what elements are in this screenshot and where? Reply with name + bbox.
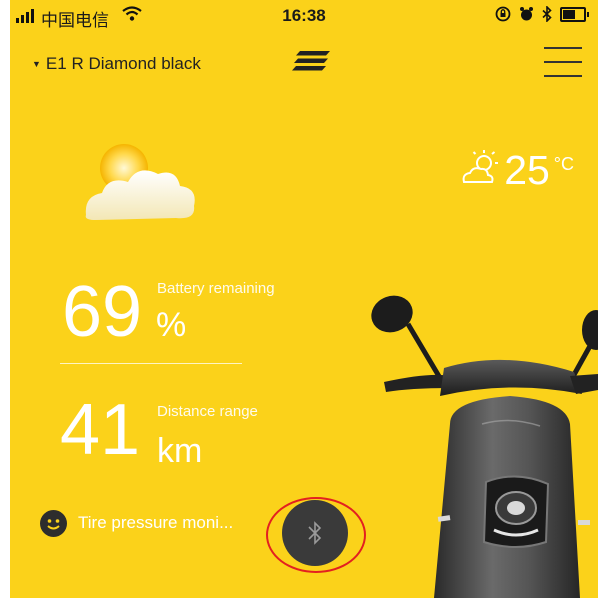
battery-unit: %	[156, 306, 187, 344]
partly-sunny-icon	[462, 150, 499, 183]
status-icons	[495, 6, 589, 22]
highlight-annotation-circle	[266, 497, 366, 573]
tire-pressure-monitor-link[interactable]: Tire pressure moni...	[78, 513, 233, 533]
temperature-display: 25 °C	[460, 148, 574, 192]
hamburger-menu-icon[interactable]	[544, 45, 584, 79]
alarm-icon	[520, 7, 533, 21]
temperature-value: 25	[504, 147, 550, 193]
status-bar: 中国电信 16:38	[10, 0, 598, 32]
temperature-unit: °C	[553, 154, 574, 174]
battery-label: Battery remaining	[157, 280, 275, 297]
scooter-illustration	[371, 295, 598, 598]
range-label: Distance range	[157, 403, 258, 420]
vehicle-selector[interactable]: ▼ E1 R Diamond black	[32, 54, 201, 74]
smiley-face-icon	[40, 510, 67, 537]
range-value: 41	[60, 390, 141, 470]
dropdown-caret-icon: ▼	[32, 59, 41, 69]
orientation-lock-icon	[495, 6, 511, 22]
bluetooth-status-icon	[542, 6, 552, 22]
vehicle-name: E1 R Diamond black	[45, 54, 201, 73]
app-screen: 中国电信 16:38 ▼ E1 R Diamond black 25 °C 69…	[10, 0, 598, 598]
brand-logo-icon	[292, 51, 330, 71]
range-unit: km	[157, 432, 203, 470]
battery-value: 69	[62, 272, 143, 352]
sun-cloud-illustration	[85, 144, 195, 220]
phone-battery-icon	[560, 6, 589, 22]
stats-divider	[60, 363, 242, 364]
